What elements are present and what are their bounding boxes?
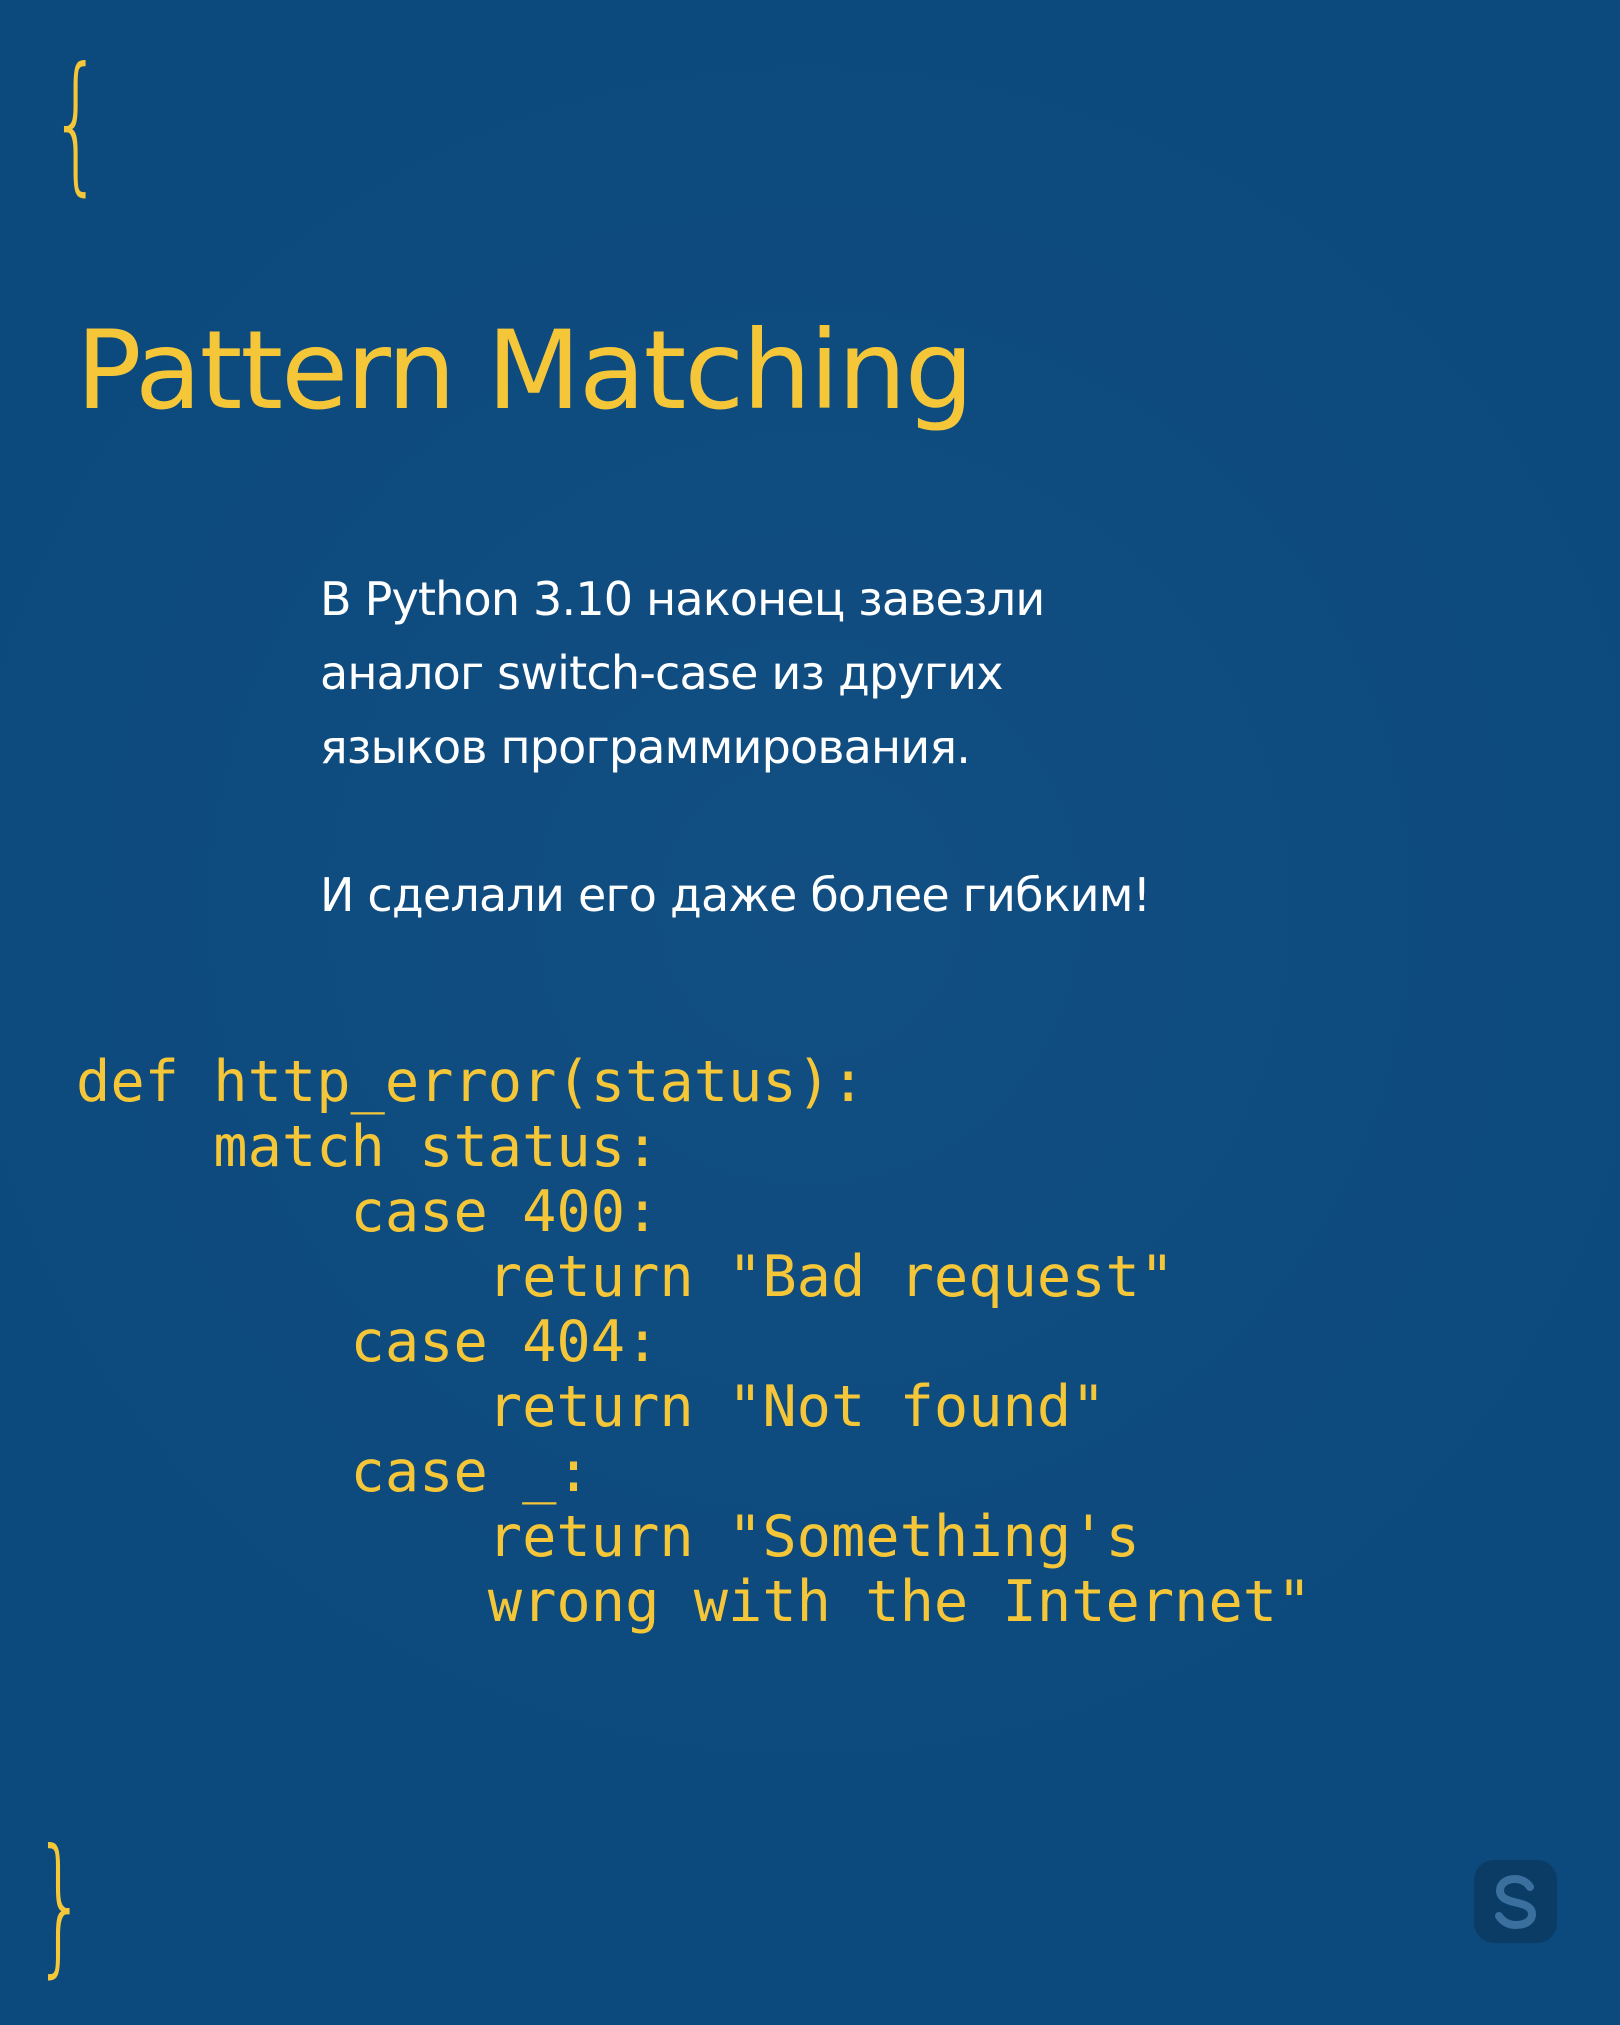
code-line: case _: <box>76 1439 591 1505</box>
code-line: match status: <box>76 1114 660 1180</box>
page-title: Pattern Matching <box>76 307 974 434</box>
s-logo-icon <box>1494 1874 1536 1929</box>
intro-emphasis: И сделали его даже более гибким! <box>320 868 1151 922</box>
code-line: wrong with the Internet" <box>76 1569 1312 1635</box>
code-snippet: def http_error(status): match status: ca… <box>76 1050 1311 1635</box>
intro-line: аналог switch-case из других <box>320 646 1004 700</box>
code-line: case 404: <box>76 1309 660 1375</box>
code-line: return "Something's <box>76 1504 1140 1570</box>
code-line: return "Bad request" <box>76 1244 1175 1310</box>
code-line: case 400: <box>76 1179 660 1245</box>
slide: { Pattern Matching В Python 3.10 наконец… <box>0 0 1620 2025</box>
close-brace-decoration: } <box>34 1818 87 1992</box>
intro-line: языков программирования. <box>320 720 971 774</box>
code-line: return "Not found" <box>76 1374 1106 1440</box>
open-brace-decoration: { <box>50 36 103 210</box>
intro-text: В Python 3.10 наконец завезли аналог swi… <box>320 562 1320 932</box>
code-line: def http_error(status): <box>76 1049 866 1115</box>
brand-logo <box>1474 1860 1557 1943</box>
intro-line: В Python 3.10 наконец завезли <box>320 572 1045 626</box>
